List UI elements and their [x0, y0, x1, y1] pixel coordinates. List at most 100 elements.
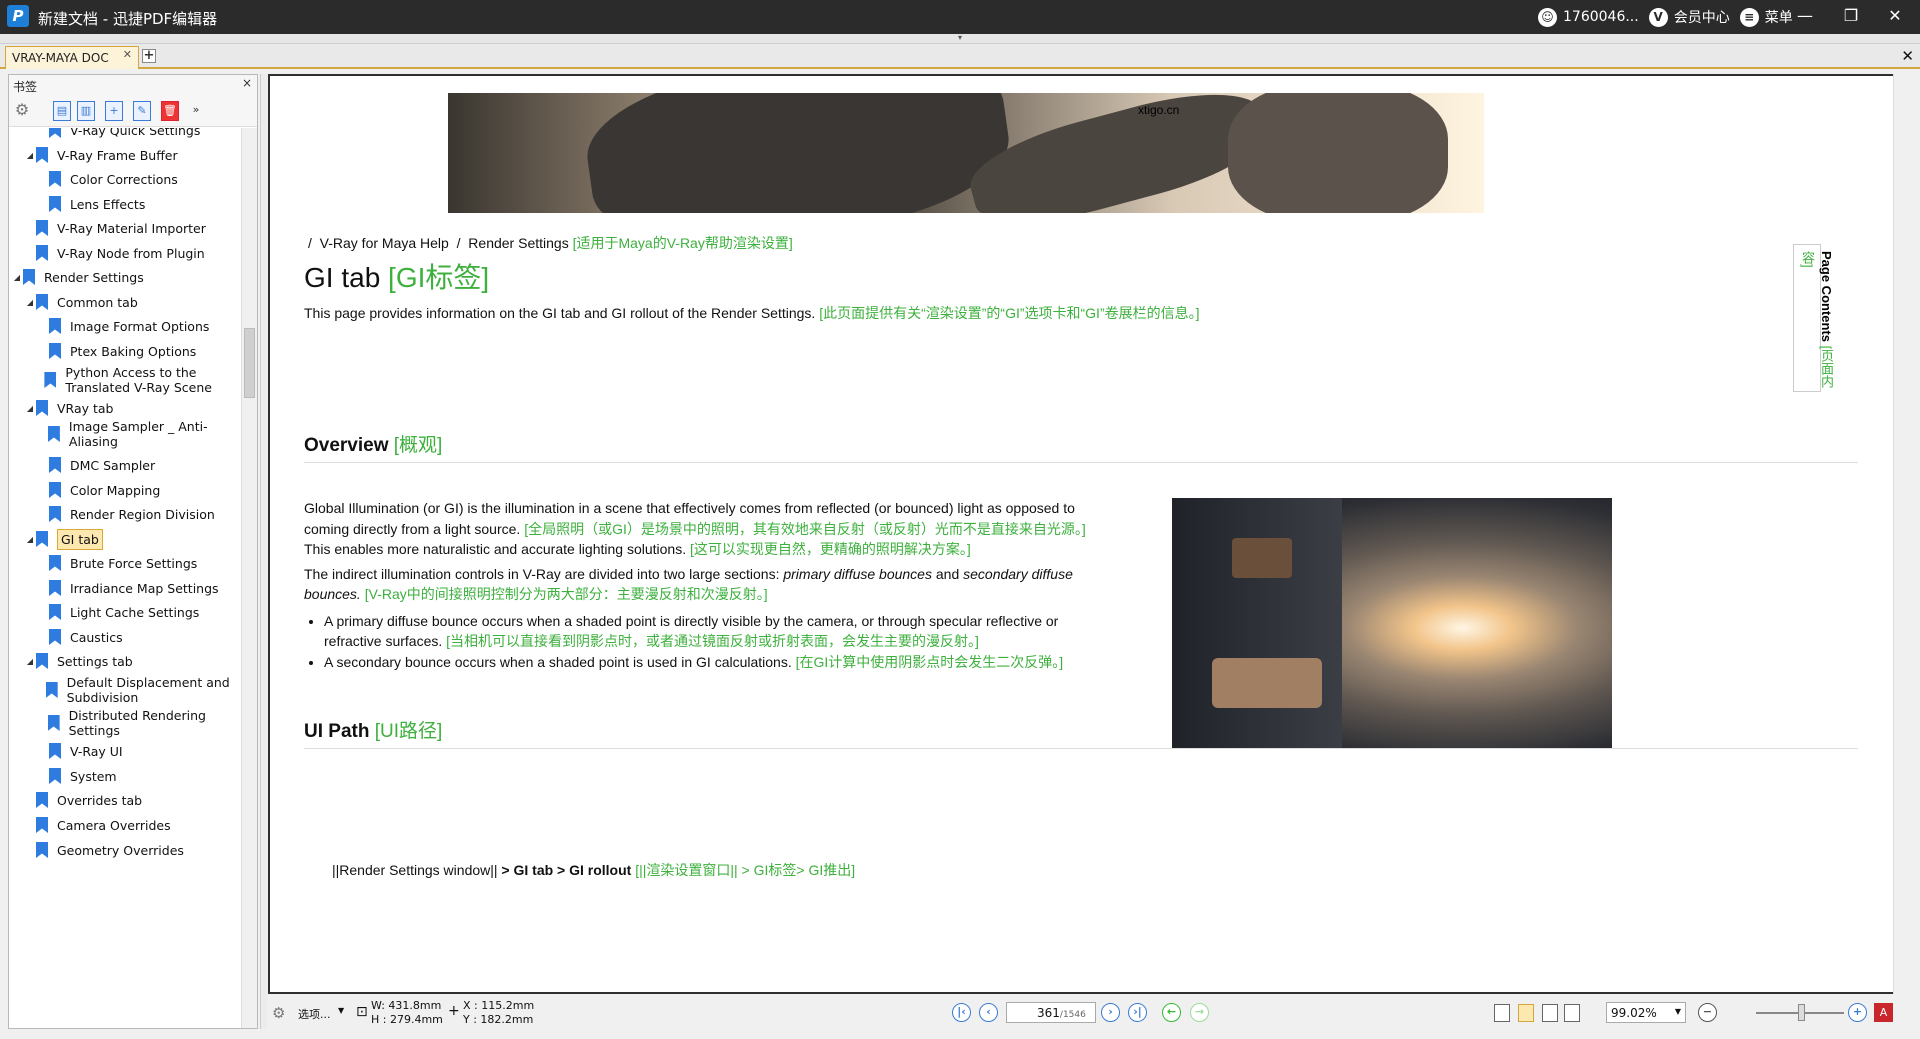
back-icon[interactable]: ← — [1162, 1003, 1181, 1022]
zoom-value[interactable]: 99.02% — [1611, 1006, 1657, 1020]
document-tab[interactable]: VRAY-MAYA DOC ✕ — [5, 46, 139, 69]
bookmark-icon — [36, 792, 48, 808]
vip-icon[interactable]: V — [1648, 7, 1668, 27]
expand-toggle-icon[interactable]: ◢ — [11, 270, 23, 285]
title-bar: P 新建文档 - 迅捷PDF编辑器 ☺ 1760046... V 会员中心 ≡ … — [0, 0, 1920, 34]
bookmark-item[interactable]: Brute Force Settings — [37, 549, 239, 577]
first-page-icon[interactable]: |‹ — [952, 1003, 971, 1022]
bookmark-label: Caustics — [70, 629, 123, 645]
bookmark-properties-icon[interactable]: ✎ — [133, 101, 151, 121]
panel-close-icon[interactable]: × — [242, 76, 252, 90]
page-contents-tab[interactable]: Page Contents [页面内容] — [1793, 244, 1834, 392]
forward-icon[interactable]: → — [1190, 1003, 1209, 1022]
bookmark-item[interactable]: ◢ Render Settings — [11, 263, 239, 291]
bookmark-item[interactable]: Python Access to the Translated V-Ray Sc… — [37, 365, 239, 395]
previous-page-icon[interactable]: ‹ — [979, 1003, 998, 1022]
bookmark-item[interactable]: DMC Sampler — [37, 451, 239, 479]
intro-paragraph: This page provides information on the GI… — [304, 303, 1200, 323]
expand-toggle-icon[interactable]: ◢ — [24, 295, 36, 310]
next-page-icon[interactable]: › — [1101, 1003, 1120, 1022]
ribbon-collapse-handle[interactable]: ▾ — [0, 34, 1920, 44]
last-page-icon[interactable]: ›| — [1128, 1003, 1147, 1022]
expand-toggle-icon[interactable]: ◢ — [24, 532, 36, 547]
bookmark-icon — [47, 426, 60, 442]
bookmark-label: Default Displacement and Subdivision — [66, 675, 230, 705]
options-button[interactable]: 选项... — [298, 1006, 331, 1022]
bookmark-collapse-icon[interactable]: ▥ — [77, 101, 95, 121]
bookmark-item[interactable]: Light Cache Settings — [37, 598, 239, 626]
bookmark-expand-icon[interactable]: ▤ — [53, 101, 71, 121]
emphasis-primary: primary diffuse bounces — [783, 565, 932, 582]
expand-toggle-icon[interactable]: ◢ — [24, 654, 36, 669]
zoom-select[interactable]: 99.02% ▼ — [1606, 1002, 1686, 1023]
bookmark-item[interactable]: V-Ray UI — [37, 737, 239, 765]
bookmark-item[interactable]: ◢ Settings tab — [24, 647, 239, 675]
bookmark-icon — [36, 220, 48, 236]
zoom-slider-handle[interactable] — [1798, 1004, 1805, 1021]
bookmark-icon — [49, 768, 61, 784]
single-page-view-icon[interactable] — [1494, 1004, 1510, 1022]
options-dropdown-icon[interactable]: ▼ — [338, 1006, 344, 1015]
minimize-button[interactable]: — — [1790, 6, 1820, 25]
bookmark-item[interactable]: Distributed Rendering Settings — [37, 708, 239, 738]
pdf-icon[interactable]: A — [1874, 1003, 1893, 1022]
bookmark-icon — [49, 343, 61, 359]
user-icon[interactable]: ☺ — [1538, 7, 1557, 27]
delete-bookmark-icon[interactable]: 🗑 — [161, 101, 179, 121]
zoom-out-icon[interactable]: − — [1698, 1003, 1717, 1022]
current-page[interactable]: 361 — [1037, 1006, 1060, 1020]
bookmark-item[interactable]: Overrides tab — [24, 786, 239, 814]
divider — [304, 462, 1858, 463]
page-number-field[interactable]: 361/1546 — [1006, 1002, 1096, 1023]
bookmark-icon — [49, 555, 61, 571]
intro-translation: [此页面提供有关“渲染设置”的“GI”选项卡和“GI”卷展栏的信息。] — [819, 305, 1200, 321]
user-area[interactable]: ☺ 1760046... V 会员中心 ≡ 菜单 — [1538, 7, 1793, 27]
chevron-down-icon[interactable]: ▼ — [1675, 1007, 1681, 1016]
bookmark-icon — [49, 128, 61, 138]
breadcrumb-item[interactable]: Render Settings — [468, 235, 568, 251]
expand-toggle-icon[interactable]: ◢ — [24, 401, 36, 416]
bookmark-scrollbar[interactable] — [241, 128, 257, 1028]
bookmark-item[interactable]: Image Format Options — [37, 312, 239, 340]
fit-page-icon[interactable] — [1564, 1004, 1580, 1022]
vip-center-link[interactable]: 会员中心 — [1674, 7, 1730, 27]
panel-splitter[interactable] — [260, 74, 267, 1029]
bookmark-icon — [49, 604, 61, 620]
bookmark-item[interactable]: V-Ray Material Importer — [24, 214, 239, 242]
user-id[interactable]: 1760046... — [1563, 9, 1639, 25]
bookmark-item[interactable]: Camera Overrides — [24, 811, 239, 839]
bookmark-item[interactable]: Color Corrections — [37, 165, 239, 193]
breadcrumb-item[interactable]: V-Ray for Maya Help — [320, 235, 449, 251]
menu-icon[interactable]: ≡ — [1739, 7, 1759, 27]
expand-toggle-icon[interactable]: ◢ — [24, 148, 36, 163]
bookmark-item[interactable]: ◢ VRay tab — [24, 394, 239, 422]
page-scrollbar[interactable] — [1893, 74, 1908, 994]
close-document-icon[interactable]: ✕ — [1901, 47, 1914, 65]
more-options-icon[interactable]: » — [187, 101, 205, 121]
gear-icon[interactable]: ⚙ — [13, 101, 31, 121]
bookmark-item[interactable]: Ptex Baking Options — [37, 337, 239, 365]
restore-button[interactable]: ❐ — [1836, 6, 1866, 25]
new-tab-button[interactable]: + — [142, 49, 156, 63]
conjunction: and — [935, 565, 960, 582]
bookmark-icon — [36, 400, 48, 416]
tab-close-icon[interactable]: ✕ — [123, 48, 132, 61]
bookmark-label: Camera Overrides — [57, 817, 171, 833]
document-viewer[interactable]: xtigo.cn / V-Ray for Maya Help / Render … — [268, 74, 1908, 994]
add-bookmark-icon[interactable]: + — [105, 101, 123, 121]
bookmark-item[interactable]: Geometry Overrides — [24, 836, 239, 864]
bookmark-item[interactable]: Default Displacement and Subdivision — [37, 675, 239, 705]
menu-button[interactable]: 菜单 — [1765, 7, 1793, 27]
overview-heading: Overview [概观] — [304, 430, 442, 457]
options-gear-icon[interactable]: ⚙ — [272, 1004, 285, 1022]
bookmark-item[interactable]: Render Region Division — [37, 500, 239, 528]
facing-view-icon[interactable] — [1542, 1004, 1558, 1022]
scrollbar-thumb[interactable] — [244, 328, 255, 398]
list-item: A secondary bounce occurs when a shaded … — [324, 652, 1094, 673]
continuous-view-icon[interactable] — [1518, 1004, 1534, 1022]
bookmark-icon — [49, 482, 61, 498]
zoom-in-icon[interactable]: + — [1848, 1003, 1867, 1022]
close-button[interactable]: ✕ — [1880, 6, 1910, 25]
bookmark-item[interactable]: Image Sampler _ Anti-Aliasing — [37, 419, 239, 449]
bookmark-label: System — [70, 768, 117, 784]
